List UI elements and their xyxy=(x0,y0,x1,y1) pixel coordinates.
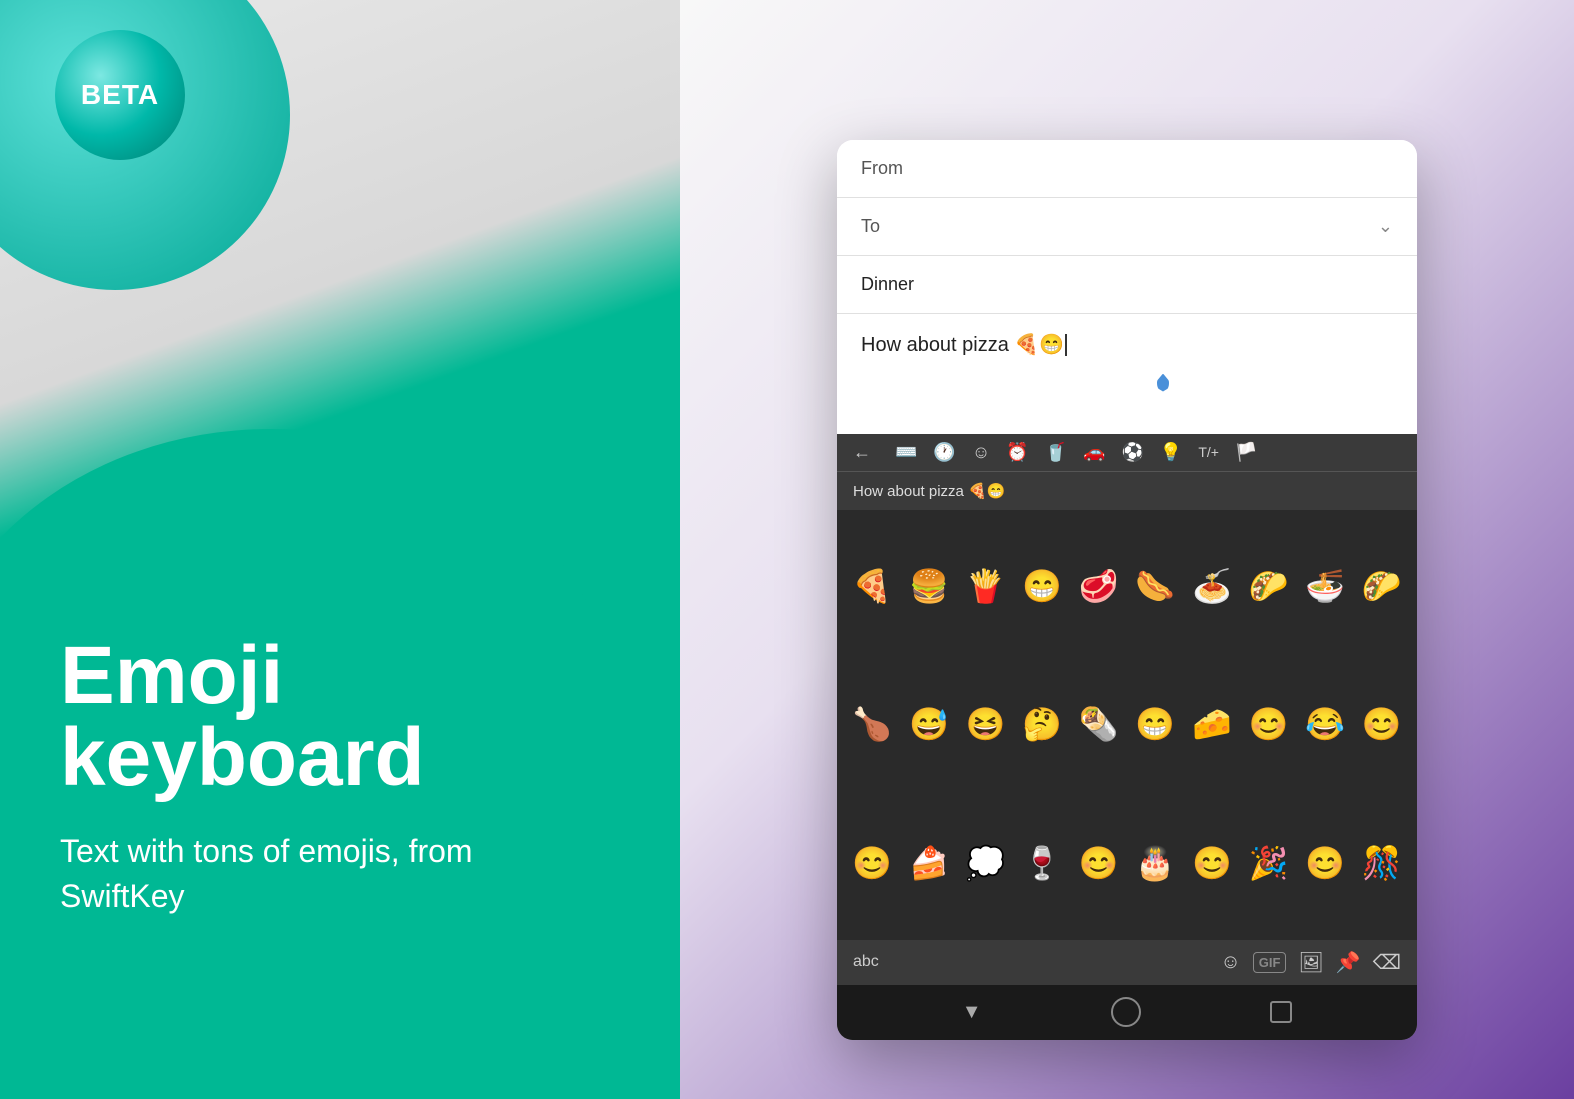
emoji-fries[interactable]: 🍟 xyxy=(958,518,1013,655)
nav-back-button[interactable]: ▼ xyxy=(962,1001,982,1024)
emoji-smile3[interactable]: 😊 xyxy=(845,795,900,932)
emoji-cheese[interactable]: 🧀 xyxy=(1185,656,1240,793)
keyboard-icon[interactable]: ⌨️ xyxy=(895,442,917,463)
cursor-drop-handle xyxy=(1157,374,1169,392)
keyboard-area: ← ⌨️ 🕐 ☺ ⏰ 🥤 🚗 ⚽ 💡 T/+ 🏳️ How about pizz… xyxy=(837,434,1417,1040)
backspace-icon[interactable]: ⌫ xyxy=(1373,950,1401,975)
emoji-laughing[interactable]: 😆 xyxy=(958,656,1013,793)
smiley-icon[interactable]: ☺ xyxy=(972,442,990,463)
emoji-thought[interactable]: 💭 xyxy=(958,795,1013,932)
emoji-hotdog[interactable]: 🌭 xyxy=(1128,518,1183,655)
emoji-grid: 🍕 🍔 🍟 😁 🥩 🌭 🍝 🌮 🍜 🌮 🍗 😅 😆 🤔 🌯 😁 🧀 😊 xyxy=(837,510,1417,940)
emoji-pasta[interactable]: 🍝 xyxy=(1185,518,1240,655)
emoji-drumstick[interactable]: 🍗 xyxy=(845,656,900,793)
emoji-cake[interactable]: 🍰 xyxy=(902,795,957,932)
emoji-suggestion-bar: How about pizza 🍕😁 xyxy=(837,472,1417,510)
alarm-icon[interactable]: ⏰ xyxy=(1006,442,1028,463)
right-panel: From To ⌄ Dinner How about pizza 🍕😁 ← ⌨️ xyxy=(680,0,1574,1099)
emoji-thinking[interactable]: 🤔 xyxy=(1015,656,1070,793)
main-title-line2: keyboard xyxy=(60,712,425,803)
emoji-pizza[interactable]: 🍕 xyxy=(845,518,900,655)
cup-icon[interactable]: 🥤 xyxy=(1045,442,1067,463)
tablet-mockup: From To ⌄ Dinner How about pizza 🍕😁 ← ⌨️ xyxy=(837,140,1417,1040)
sticker-icon[interactable]: 🖼 xyxy=(1298,950,1323,975)
emoji-wine[interactable]: 🍷 xyxy=(1015,795,1070,932)
email-to-row[interactable]: To ⌄ xyxy=(837,198,1417,256)
emoji-lol[interactable]: 😂 xyxy=(1298,656,1353,793)
emoji-burrito[interactable]: 🌯 xyxy=(1071,656,1126,793)
emoji-meat[interactable]: 🥩 xyxy=(1071,518,1126,655)
email-subject: Dinner xyxy=(861,274,914,294)
emoji-smile6[interactable]: 😊 xyxy=(1298,795,1353,932)
emoji-spaghetti[interactable]: 🍜 xyxy=(1298,518,1353,655)
email-body-text: How about pizza 🍕😁 xyxy=(861,334,1067,356)
main-title: Emoji keyboard xyxy=(60,635,560,799)
emoji-happy[interactable]: 😊 xyxy=(1241,656,1296,793)
to-label: To xyxy=(861,216,880,237)
emoji-birthday[interactable]: 🎂 xyxy=(1128,795,1183,932)
nav-home-button[interactable] xyxy=(1111,997,1141,1027)
left-panel: BETA Emoji keyboard Text with tons of em… xyxy=(0,0,680,1099)
subtitle: Text with tons of emojis, from SwiftKey xyxy=(60,829,560,919)
emoji-smile2[interactable]: 😊 xyxy=(1354,656,1409,793)
emoji-tacos2[interactable]: 🌮 xyxy=(1354,518,1409,655)
keyboard-toolbar: ← ⌨️ 🕐 ☺ ⏰ 🥤 🚗 ⚽ 💡 T/+ 🏳️ xyxy=(837,434,1417,472)
symbols-icon[interactable]: T/+ xyxy=(1198,444,1219,460)
emoji-biggrin[interactable]: 😁 xyxy=(1128,656,1183,793)
main-title-line1: Emoji xyxy=(60,630,283,721)
email-from-row: From xyxy=(837,140,1417,198)
emoji-smile4[interactable]: 😊 xyxy=(1071,795,1126,932)
emoji-confetti[interactable]: 🎊 xyxy=(1354,795,1409,932)
emoji-burger[interactable]: 🍔 xyxy=(902,518,957,655)
from-label: From xyxy=(861,158,911,179)
emoji-party[interactable]: 🎉 xyxy=(1241,795,1296,932)
pin-icon[interactable]: 📌 xyxy=(1336,950,1361,975)
bulb-icon[interactable]: 💡 xyxy=(1160,442,1182,463)
android-nav-bar: ▼ xyxy=(837,985,1417,1040)
car-icon[interactable]: 🚗 xyxy=(1083,442,1105,463)
emoji-taco[interactable]: 🌮 xyxy=(1241,518,1296,655)
beta-label: BETA xyxy=(81,79,159,111)
chevron-down-icon[interactable]: ⌄ xyxy=(1378,216,1393,237)
back-arrow-icon[interactable]: ← xyxy=(853,442,871,463)
emoji-grinsweat[interactable]: 😅 xyxy=(902,656,957,793)
emoji-grin[interactable]: 😁 xyxy=(1015,518,1070,655)
nav-recents-button[interactable] xyxy=(1270,1001,1292,1023)
email-area: From To ⌄ Dinner How about pizza 🍕😁 xyxy=(837,140,1417,434)
abc-label[interactable]: abc xyxy=(853,953,879,971)
email-subject-row: Dinner xyxy=(837,256,1417,314)
gif-button[interactable]: GIF xyxy=(1253,952,1287,973)
beta-badge: BETA xyxy=(55,30,185,160)
soccer-icon[interactable]: ⚽ xyxy=(1122,442,1144,463)
emoji-smile5[interactable]: 😊 xyxy=(1185,795,1240,932)
emoji-face-icon[interactable]: ☺ xyxy=(1220,951,1240,974)
text-cursor xyxy=(1065,334,1067,356)
email-body-row[interactable]: How about pizza 🍕😁 xyxy=(837,314,1417,434)
clock-icon[interactable]: 🕐 xyxy=(933,442,955,463)
keyboard-bottom-row: abc ☺ GIF 🖼 📌 ⌫ xyxy=(837,940,1417,985)
left-content: Emoji keyboard Text with tons of emojis,… xyxy=(60,635,560,919)
suggestion-text: How about pizza 🍕😁 xyxy=(853,482,1005,500)
flag-icon[interactable]: 🏳️ xyxy=(1235,442,1257,463)
